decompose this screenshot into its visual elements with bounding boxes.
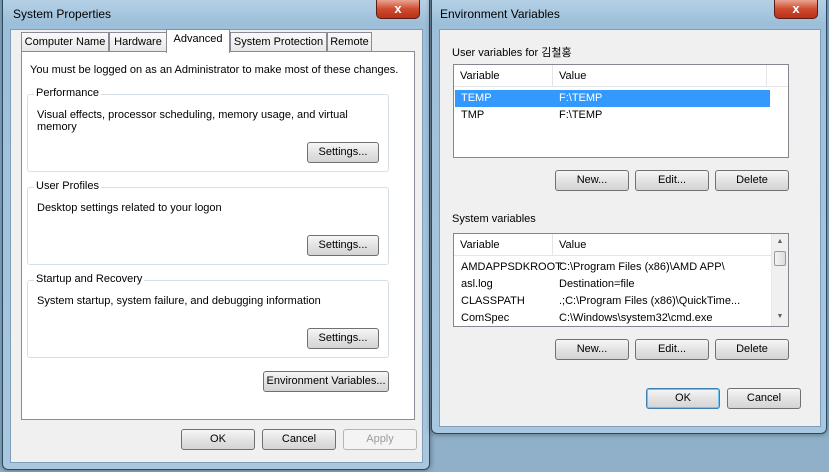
performance-settings-button[interactable]: Settings... xyxy=(307,142,379,163)
system-row-value: Destination=file xyxy=(559,278,635,290)
env-ok-button[interactable]: OK xyxy=(646,388,720,409)
env-cancel-button[interactable]: Cancel xyxy=(727,388,801,409)
user-delete-button[interactable]: Delete xyxy=(715,170,789,191)
system-column-variable[interactable]: Variable xyxy=(454,234,553,256)
system-variables-header: Variable Value xyxy=(454,234,773,256)
performance-description: Visual effects, processor scheduling, me… xyxy=(37,109,348,133)
tab-hardware[interactable]: Hardware xyxy=(109,32,167,52)
environment-variables-client: User variables for 김철홍 Variable Value TE… xyxy=(439,29,821,427)
user-row-value: F:\TEMP xyxy=(559,109,603,121)
system-row-variable: ComSpec xyxy=(461,312,510,324)
ok-button[interactable]: OK xyxy=(181,429,255,450)
performance-group: Performance Visual effects, processor sc… xyxy=(27,87,389,172)
environment-variables-button[interactable]: Environment Variables... xyxy=(263,371,389,392)
list-item[interactable]: asl.log Destination=file xyxy=(455,276,770,293)
scroll-thumb[interactable] xyxy=(774,251,786,266)
user-variables-header: Variable Value xyxy=(454,65,788,87)
user-profiles-description: Desktop settings related to your logon xyxy=(37,202,222,214)
scroll-down-icon[interactable]: ▼ xyxy=(772,310,788,324)
user-new-button[interactable]: New... xyxy=(555,170,629,191)
user-profiles-group: User Profiles Desktop settings related t… xyxy=(27,180,389,265)
system-variables-label: System variables xyxy=(452,213,536,225)
system-delete-button[interactable]: Delete xyxy=(715,339,789,360)
tab-remote[interactable]: Remote xyxy=(327,32,372,52)
apply-button[interactable]: Apply xyxy=(343,429,417,450)
advanced-tab-panel: You must be logged on as an Administrato… xyxy=(21,51,415,420)
user-row-value: F:\TEMP xyxy=(559,92,603,104)
startup-recovery-group: Startup and Recovery System startup, sys… xyxy=(27,273,389,358)
user-edit-button[interactable]: Edit... xyxy=(635,170,709,191)
system-row-value: .;C:\Program Files (x86)\QuickTime... xyxy=(559,295,741,307)
system-column-value[interactable]: Value xyxy=(553,234,773,256)
performance-group-label: Performance xyxy=(34,87,101,99)
user-variables-list: Variable Value TEMP F:\TEMP TMP F:\TEMP xyxy=(453,64,789,158)
system-edit-button[interactable]: Edit... xyxy=(635,339,709,360)
system-row-variable: AMDAPPSDKROOT xyxy=(461,261,562,273)
environment-variables-title: Environment Variables xyxy=(440,7,560,21)
system-row-value: C:\Windows\system32\cmd.exe xyxy=(559,312,713,324)
system-variables-scrollbar[interactable]: ▲ ▼ xyxy=(771,234,788,326)
startup-recovery-description: System startup, system failure, and debu… xyxy=(37,295,321,307)
close-icon[interactable]: x xyxy=(376,0,420,19)
tab-advanced[interactable]: Advanced xyxy=(166,29,230,53)
list-item[interactable]: CLASSPATH .;C:\Program Files (x86)\Quick… xyxy=(455,293,770,310)
user-profiles-settings-button[interactable]: Settings... xyxy=(307,235,379,256)
user-row-variable: TMP xyxy=(461,109,485,121)
system-properties-title: System Properties xyxy=(13,7,112,21)
cancel-button[interactable]: Cancel xyxy=(262,429,336,450)
user-profiles-group-label: User Profiles xyxy=(34,180,101,192)
admin-notice: You must be logged on as an Administrato… xyxy=(30,64,399,76)
system-properties-client: Computer Name Hardware Advanced System P… xyxy=(10,29,423,463)
system-properties-window: System Properties x Computer Name Hardwa… xyxy=(2,0,430,470)
system-new-button[interactable]: New... xyxy=(555,339,629,360)
tab-computer-name[interactable]: Computer Name xyxy=(21,32,109,52)
startup-recovery-settings-button[interactable]: Settings... xyxy=(307,328,379,349)
system-variables-list: Variable Value AMDAPPSDKROOT C:\Program … xyxy=(453,233,789,327)
list-item[interactable]: AMDAPPSDKROOT C:\Program Files (x86)\AMD… xyxy=(455,259,770,276)
user-column-value[interactable]: Value xyxy=(553,65,767,87)
tab-system-protection[interactable]: System Protection xyxy=(230,32,327,52)
list-item[interactable]: TMP F:\TEMP xyxy=(455,107,770,124)
system-row-value: C:\Program Files (x86)\AMD APP\ xyxy=(559,261,725,273)
user-row-variable: TEMP xyxy=(461,92,492,104)
user-variables-label: User variables for 김철홍 xyxy=(452,47,572,59)
startup-recovery-group-label: Startup and Recovery xyxy=(34,273,145,285)
environment-variables-window: Environment Variables x User variables f… xyxy=(431,0,827,434)
list-item[interactable]: ComSpec C:\Windows\system32\cmd.exe xyxy=(455,310,770,326)
system-row-variable: CLASSPATH xyxy=(461,295,525,307)
scroll-up-icon[interactable]: ▲ xyxy=(772,235,788,249)
close-icon[interactable]: x xyxy=(774,0,818,19)
system-row-variable: asl.log xyxy=(461,278,493,290)
user-column-variable[interactable]: Variable xyxy=(454,65,553,87)
list-item[interactable]: TEMP F:\TEMP xyxy=(455,90,770,107)
